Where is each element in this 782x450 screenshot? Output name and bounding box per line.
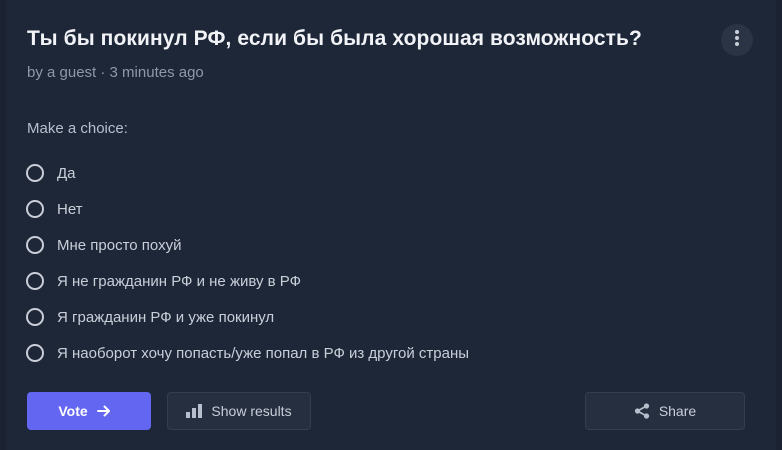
radio-button[interactable] (26, 344, 44, 362)
option-label: Да (57, 164, 76, 182)
radio-button[interactable] (26, 272, 44, 290)
more-vertical-icon (735, 29, 739, 51)
option-5[interactable]: Я наоборот хочу попасть/уже попал в РФ и… (26, 335, 469, 371)
option-0[interactable]: Да (26, 155, 469, 191)
option-label: Я наоборот хочу попасть/уже попал в РФ и… (57, 344, 470, 362)
radio-button[interactable] (26, 164, 44, 182)
show-results-label: Show results (211, 403, 292, 419)
poll-title: Ты бы покинул РФ, если бы была хорошая в… (27, 27, 642, 50)
more-options-button[interactable] (721, 24, 753, 56)
share-button[interactable]: Share (585, 392, 745, 430)
show-results-button[interactable]: Show results (167, 392, 311, 430)
option-3[interactable]: Я не гражданин РФ и не живу в РФ (26, 263, 469, 299)
option-4[interactable]: Я гражданин РФ и уже покинул (26, 299, 469, 335)
choice-prompt: Make a choice: (27, 120, 128, 137)
poll-meta: by a guest · 3 minutes ago (27, 64, 204, 81)
option-label: Нет (57, 200, 83, 218)
radio-button[interactable] (26, 236, 44, 254)
option-1[interactable]: Нет (26, 191, 469, 227)
option-label: Я гражданин РФ и уже покинул (57, 308, 275, 326)
share-icon (634, 403, 650, 419)
share-label: Share (658, 403, 697, 419)
vote-button[interactable]: Vote (27, 392, 151, 430)
poll-card: Ты бы покинул РФ, если бы была хорошая в… (6, 0, 776, 450)
radio-button[interactable] (26, 308, 44, 326)
option-list: Да Нет Мне просто похуй Я не гражданин Р… (26, 155, 469, 371)
bar-chart-icon (186, 404, 203, 418)
option-2[interactable]: Мне просто похуй (26, 227, 469, 263)
arrow-right-icon (96, 405, 111, 417)
option-label: Мне просто похуй (57, 236, 182, 254)
radio-button[interactable] (26, 200, 44, 218)
option-label: Я не гражданин РФ и не живу в РФ (57, 272, 302, 290)
vote-button-label: Vote (58, 403, 88, 419)
